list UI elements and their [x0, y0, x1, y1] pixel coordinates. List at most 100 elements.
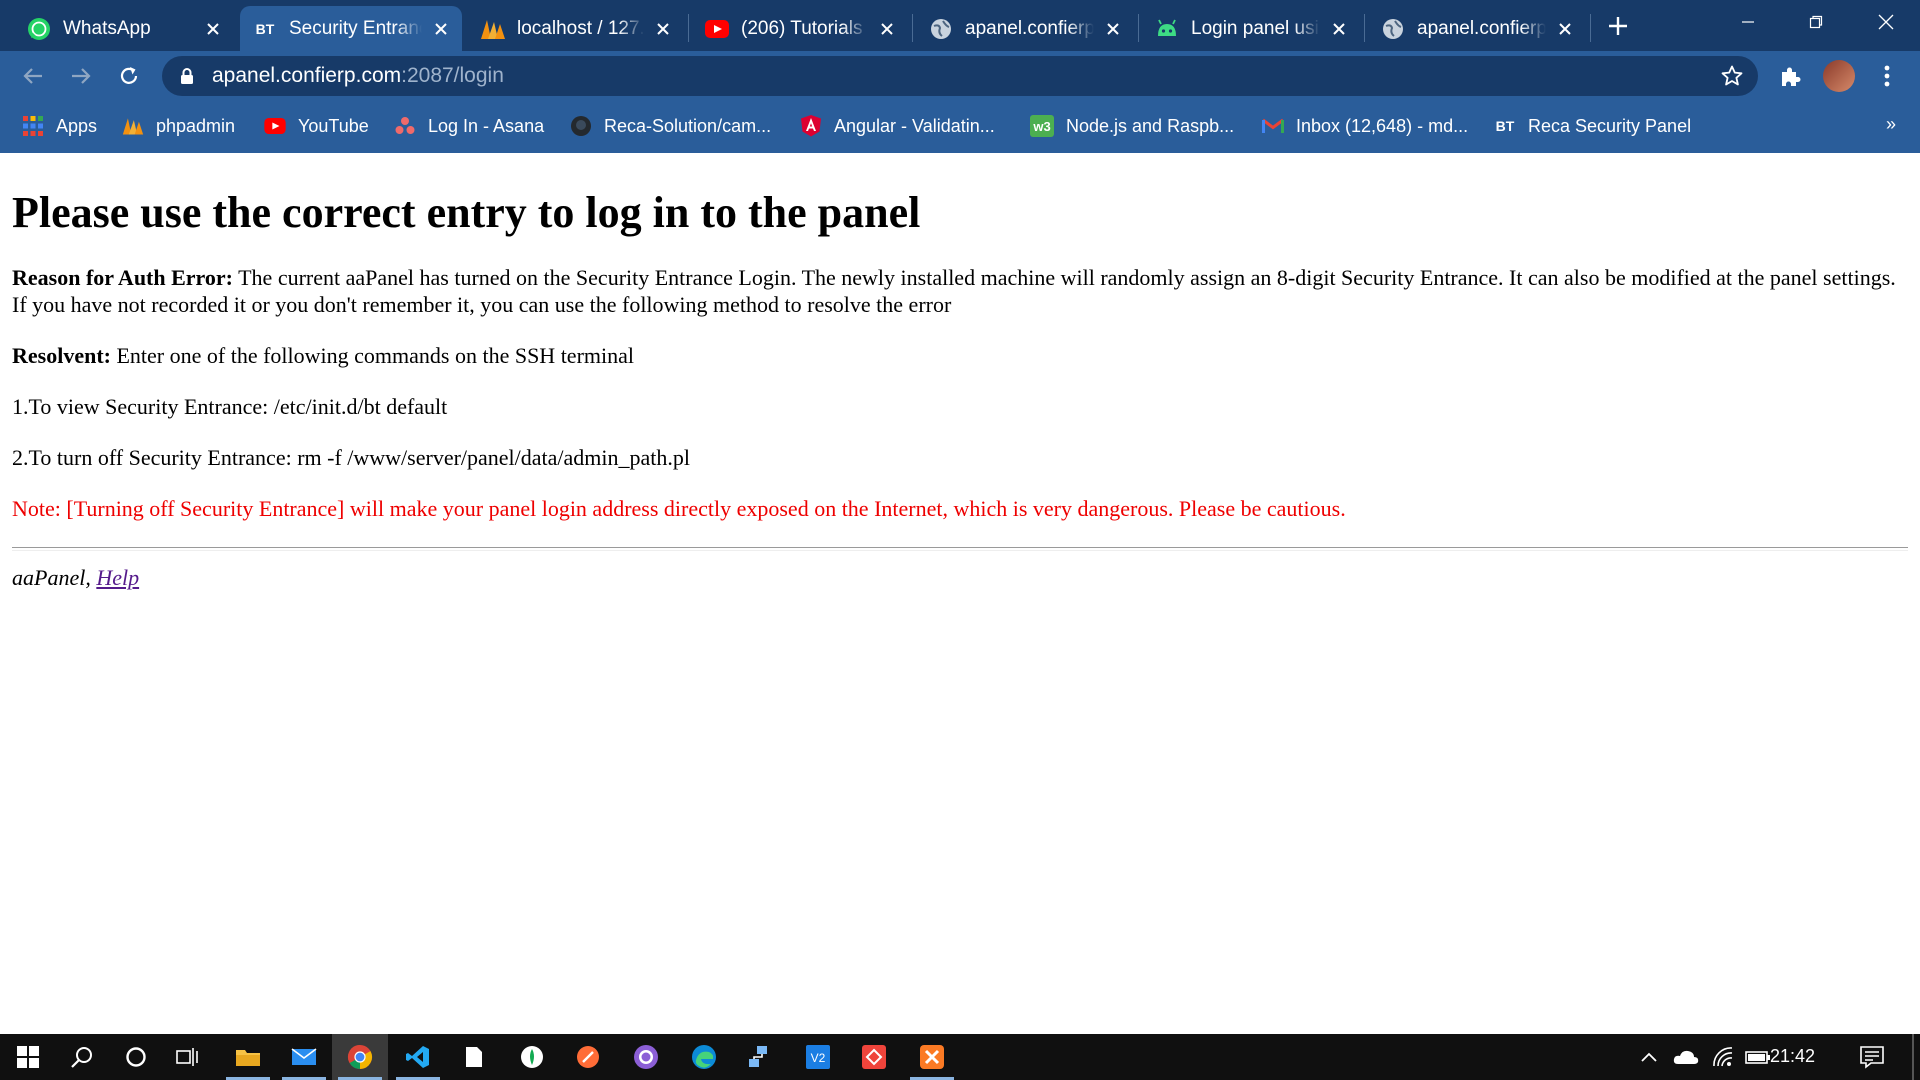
mongodb-compass-icon[interactable] — [504, 1034, 560, 1080]
bookmark-nodejs[interactable]: w3 Node.js and Raspb... — [1030, 112, 1234, 140]
vs-label: V2 — [811, 1051, 826, 1065]
tab-separator — [1590, 14, 1591, 42]
bookmark-label: Apps — [56, 115, 98, 136]
whatsapp-icon — [26, 16, 52, 42]
network-admin-icon[interactable] — [732, 1034, 788, 1080]
virtualbox-icon[interactable]: V2 — [790, 1034, 846, 1080]
tab-title: Security Entrance — [289, 17, 422, 39]
bookmark-label: Reca Security Panel — [1528, 115, 1692, 136]
chrome-icon[interactable] — [332, 1034, 388, 1080]
close-window-button[interactable] — [1856, 0, 1916, 44]
step-turn-off-entrance: 2.To turn off Security Entrance: rm -f /… — [12, 445, 691, 470]
bookmark-label: YouTube — [298, 115, 369, 136]
restore-button[interactable] — [1786, 0, 1846, 44]
tab-title: localhost / 127.0.0.1 — [517, 17, 644, 39]
page-heading: Please use the correct entry to log in t… — [12, 188, 921, 237]
github-icon — [570, 115, 592, 137]
show-desktop-button[interactable] — [1912, 1034, 1914, 1080]
tab-apanel-1[interactable]: apanel.confierp.com — [916, 6, 1134, 51]
profile-avatar[interactable] — [1823, 60, 1855, 92]
new-tab-button[interactable] — [1598, 10, 1638, 42]
phpmyadmin-icon — [480, 16, 506, 42]
bookmark-label: Inbox (12,648) - md... — [1296, 115, 1469, 136]
help-link[interactable]: Help — [96, 565, 139, 590]
edge-icon[interactable] — [676, 1034, 732, 1080]
bookmarks-bar: Apps phpadmin YouTube Log In - Asana Rec… — [0, 100, 1920, 153]
url-text: apanel.confierp.com:2087/login — [212, 64, 504, 88]
taskbar-clock[interactable]: 21:42 — [1770, 1046, 1815, 1067]
mail-icon[interactable] — [276, 1034, 332, 1080]
battery-icon[interactable] — [1744, 1034, 1772, 1080]
xampp-icon[interactable] — [904, 1034, 960, 1080]
w3schools-icon: w3 — [1030, 115, 1054, 137]
url-host: apanel.confierp.com — [212, 64, 402, 87]
lock-icon[interactable] — [180, 67, 194, 90]
bookmark-asana[interactable]: Log In - Asana — [394, 112, 544, 140]
bookmark-label: Angular - Validatin... — [834, 115, 995, 136]
reload-button[interactable] — [110, 57, 148, 95]
cortana-icon[interactable] — [108, 1034, 164, 1080]
extensions-puzzle-icon[interactable] — [1773, 59, 1807, 93]
bookmark-youtube[interactable]: YouTube — [264, 112, 369, 140]
wifi-icon[interactable] — [1708, 1034, 1738, 1080]
tab-title: (206) Tutorials W — [741, 17, 868, 39]
close-tab-icon[interactable] — [1102, 18, 1124, 40]
app-purple-icon[interactable] — [618, 1034, 674, 1080]
resolvent-text: Enter one of the following commands on t… — [110, 343, 634, 368]
close-tab-icon[interactable] — [1554, 18, 1576, 40]
anydesk-icon[interactable] — [846, 1034, 902, 1080]
bookmark-github[interactable]: Reca-Solution/cam... — [570, 112, 771, 140]
bookmark-angular[interactable]: Angular - Validatin... — [800, 112, 995, 140]
reason-paragraph: Reason for Auth Error: The current aaPan… — [12, 264, 1908, 318]
bookmark-label: Node.js and Raspb... — [1066, 115, 1235, 136]
tab-whatsapp[interactable]: WhatsApp — [14, 6, 234, 51]
bookmark-reca-security-panel[interactable]: BT Reca Security Panel — [1494, 112, 1691, 140]
asana-icon — [394, 115, 416, 137]
close-tab-icon[interactable] — [876, 18, 898, 40]
close-tab-icon[interactable] — [1328, 18, 1350, 40]
bookmark-star-icon[interactable] — [1720, 64, 1744, 93]
notifications-icon[interactable] — [1854, 1034, 1890, 1080]
address-bar[interactable]: apanel.confierp.com:2087/login — [162, 56, 1758, 96]
tab-youtube[interactable]: (206) Tutorials W — [692, 6, 908, 51]
chrome-menu-icon[interactable] — [1870, 59, 1904, 93]
minimize-button[interactable] — [1718, 0, 1778, 44]
postman-icon[interactable] — [560, 1034, 616, 1080]
file-explorer-icon[interactable] — [220, 1034, 276, 1080]
tab-separator — [1138, 14, 1139, 42]
tab-localhost[interactable]: localhost / 127.0.0.1 — [468, 6, 684, 51]
start-button[interactable] — [0, 1034, 56, 1080]
close-tab-icon[interactable] — [430, 18, 452, 40]
task-view-icon[interactable] — [160, 1034, 216, 1080]
resolvent-label: Resolvent: — [12, 343, 111, 368]
windows-taskbar: V2 21:42 — [0, 1034, 1920, 1080]
tab-apanel-2[interactable]: apanel.confierp.com — [1368, 6, 1586, 51]
tab-title: apanel.confierp.com — [965, 17, 1094, 39]
forward-button[interactable] — [62, 57, 100, 95]
url-path: :2087/login — [401, 64, 504, 87]
close-tab-icon[interactable] — [202, 18, 224, 40]
tab-title: apanel.confierp.com — [1417, 17, 1546, 39]
vscode-icon[interactable] — [390, 1034, 446, 1080]
android-icon — [1154, 16, 1180, 42]
phpmyadmin-icon — [122, 115, 144, 137]
bookmark-apps[interactable]: Apps — [22, 112, 97, 140]
notepad-icon[interactable] — [446, 1034, 502, 1080]
page-footer: aaPanel, Help — [12, 565, 1908, 591]
tab-separator — [688, 14, 689, 42]
resolvent-paragraph: Resolvent: Enter one of the following co… — [12, 342, 1908, 369]
bookmark-phpadmin[interactable]: phpadmin — [122, 112, 235, 140]
tab-separator — [912, 14, 913, 42]
bookmark-label: Reca-Solution/cam... — [604, 115, 772, 136]
bookmark-label: Log In - Asana — [428, 115, 545, 136]
close-tab-icon[interactable] — [652, 18, 674, 40]
tab-login-panel[interactable]: Login panel using — [1142, 6, 1360, 51]
bt-icon: BT — [255, 20, 275, 37]
bookmarks-overflow-button[interactable]: » — [1886, 114, 1896, 135]
search-icon[interactable] — [54, 1034, 110, 1080]
tab-security-entrance[interactable]: BT Security Entrance — [240, 6, 462, 51]
onedrive-icon[interactable] — [1670, 1034, 1702, 1080]
bookmark-gmail[interactable]: Inbox (12,648) - md... — [1262, 112, 1468, 140]
show-hidden-icons-chevron-icon[interactable] — [1634, 1034, 1664, 1080]
back-button[interactable] — [14, 57, 52, 95]
